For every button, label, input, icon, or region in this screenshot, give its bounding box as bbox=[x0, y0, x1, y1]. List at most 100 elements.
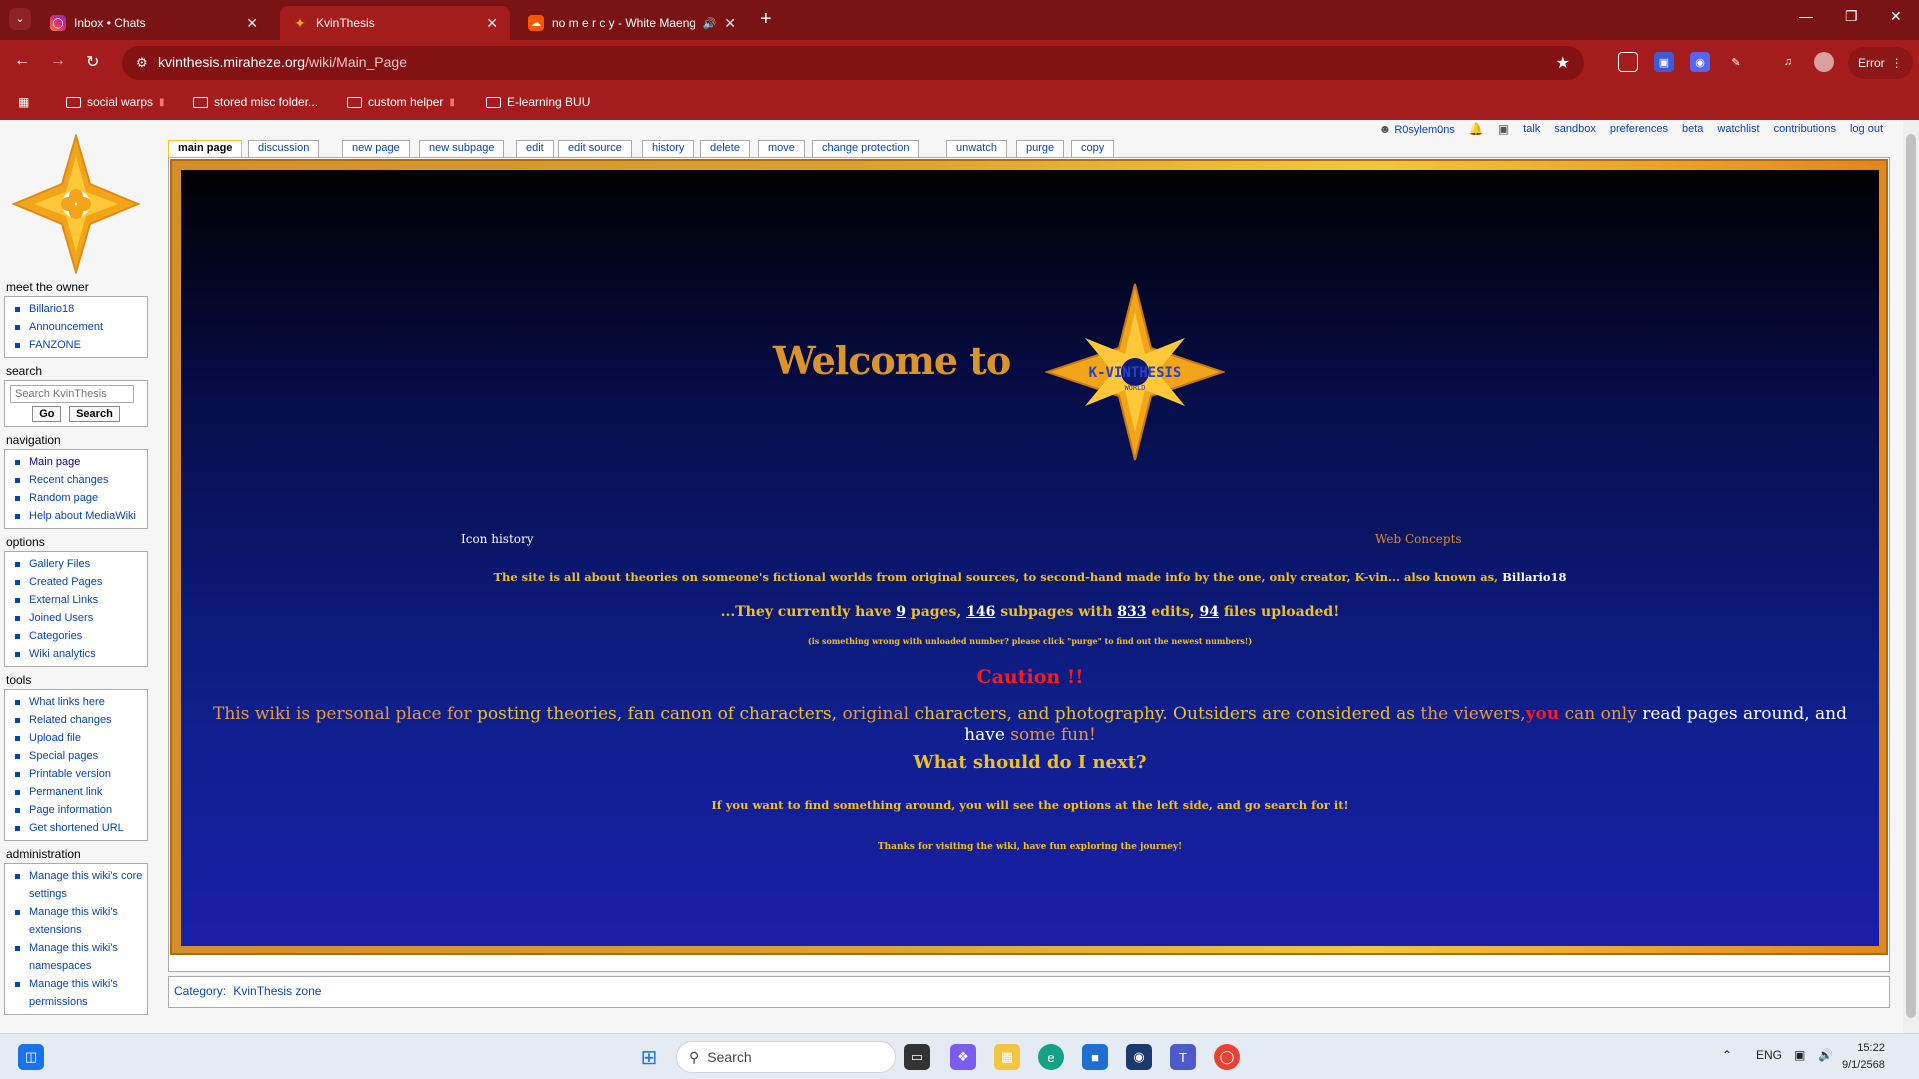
sidebar-item-random-page[interactable]: Random page bbox=[9, 489, 143, 507]
profile-avatar[interactable] bbox=[1814, 52, 1834, 72]
extensions-puzzle-icon[interactable]: ✎ bbox=[1726, 52, 1746, 72]
tab-delete[interactable]: delete bbox=[700, 140, 750, 157]
user-link[interactable]: ☻ R0sylem0ns bbox=[1379, 122, 1455, 136]
tab-soundcloud[interactable]: ☁ no m e r c y - White Maeng 🔊 ✕ bbox=[516, 6, 748, 40]
owner-link[interactable]: Billario18 bbox=[1502, 570, 1566, 584]
minimize-icon[interactable]: — bbox=[1799, 8, 1813, 24]
search-input[interactable] bbox=[10, 385, 134, 403]
tab-discussion[interactable]: discussion bbox=[248, 140, 320, 157]
sidebar-item-gallery-files[interactable]: Gallery Files bbox=[9, 555, 143, 573]
apps-grid-icon[interactable]: ▦ bbox=[18, 95, 29, 109]
chrome-icon[interactable]: ◯ bbox=[1214, 1044, 1240, 1070]
bookmark-star-icon[interactable]: ★ bbox=[1556, 53, 1570, 73]
teams-icon[interactable]: T bbox=[1170, 1044, 1196, 1070]
sidebar-item-fanzone[interactable]: FANZONE bbox=[9, 336, 143, 354]
category-label[interactable]: Category: bbox=[174, 984, 226, 998]
sidebar-item-permanent-link[interactable]: Permanent link bbox=[9, 783, 143, 801]
tab-main-page[interactable]: main page bbox=[168, 140, 243, 158]
pages-count[interactable]: 9 bbox=[896, 604, 906, 620]
sidebar-item-billario18[interactable]: Billario18 bbox=[9, 300, 143, 318]
tab-new-page[interactable]: new page bbox=[342, 140, 410, 157]
tab-kvinthesis[interactable]: ✦ KvinThesis ✕ bbox=[280, 6, 510, 40]
network-icon[interactable]: ▣ bbox=[1794, 1048, 1805, 1062]
icon-history-link[interactable]: Icon history bbox=[461, 532, 534, 546]
tab-move[interactable]: move bbox=[758, 140, 805, 157]
sidebar-item-help[interactable]: Help about MediaWiki bbox=[9, 507, 143, 525]
web-concepts-link[interactable]: Web Concepts bbox=[1375, 532, 1462, 546]
username-link[interactable]: R0sylem0ns bbox=[1394, 124, 1455, 136]
restore-icon[interactable]: ❐ bbox=[1845, 8, 1858, 25]
new-tab-button[interactable]: + bbox=[760, 8, 772, 31]
sidebar-item-categories[interactable]: Categories bbox=[9, 627, 143, 645]
task-view-icon[interactable]: ▭ bbox=[904, 1044, 930, 1070]
sidebar-item-shortened-url[interactable]: Get shortened URL bbox=[9, 819, 143, 837]
tab-change-protection[interactable]: change protection bbox=[812, 140, 920, 157]
file-explorer-icon[interactable]: ▦ bbox=[994, 1044, 1020, 1070]
scrollbar-thumb[interactable] bbox=[1906, 134, 1916, 1018]
bookmark-folder[interactable]: stored misc folder... bbox=[193, 95, 318, 109]
notifications-bell-icon[interactable]: 🔔 bbox=[1469, 122, 1484, 136]
sidebar-item-created-pages[interactable]: Created Pages bbox=[9, 573, 143, 591]
sidebar-item-announcement[interactable]: Announcement bbox=[9, 318, 143, 336]
discord-icon[interactable]: ◉ bbox=[1690, 52, 1710, 72]
personal-talk-link[interactable]: talk bbox=[1523, 123, 1540, 135]
sidebar-item-manage-extensions[interactable]: Manage this wiki's extensions bbox=[9, 903, 143, 939]
back-icon[interactable]: ← bbox=[14, 52, 30, 70]
tab-edit-source[interactable]: edit source bbox=[558, 140, 632, 157]
audio-playing-icon[interactable]: 🔊 bbox=[703, 17, 717, 30]
close-window-icon[interactable]: ✕ bbox=[1890, 8, 1902, 25]
sidebar-item-what-links-here[interactable]: What links here bbox=[9, 693, 143, 711]
screen-capture-icon[interactable] bbox=[1618, 52, 1638, 72]
reload-icon[interactable]: ↻ bbox=[86, 52, 99, 72]
system-clock[interactable]: 15:22 9/1/2568 bbox=[1842, 1040, 1885, 1074]
bookmark-folder[interactable]: custom helper ▮ bbox=[347, 95, 455, 109]
sidebar-item-special-pages[interactable]: Special pages bbox=[9, 747, 143, 765]
sidebar-item-recent-changes[interactable]: Recent changes bbox=[9, 471, 143, 489]
close-tab-icon[interactable]: ✕ bbox=[724, 15, 736, 32]
category-link[interactable]: KvinThesis zone bbox=[233, 984, 321, 998]
tab-copy[interactable]: copy bbox=[1071, 140, 1115, 157]
personal-beta-link[interactable]: beta bbox=[1682, 123, 1703, 135]
extension-icon[interactable]: ▣ bbox=[1654, 52, 1674, 72]
media-control-icon[interactable]: ♫ bbox=[1778, 52, 1798, 72]
personal-sandbox-link[interactable]: sandbox bbox=[1554, 123, 1596, 135]
tray-overflow-icon[interactable]: ⌃ bbox=[1722, 1048, 1732, 1062]
tab-unwatch[interactable]: unwatch bbox=[946, 140, 1007, 157]
profile-error-button[interactable]: Error ⋮ bbox=[1848, 47, 1913, 79]
personal-preferences-link[interactable]: preferences bbox=[1610, 123, 1668, 135]
personal-contributions-link[interactable]: contributions bbox=[1774, 123, 1836, 135]
edits-count[interactable]: 833 bbox=[1117, 604, 1146, 620]
sidebar-item-printable-version[interactable]: Printable version bbox=[9, 765, 143, 783]
volume-icon[interactable]: 🔊 bbox=[1818, 1048, 1833, 1062]
sidebar-item-upload-file[interactable]: Upload file bbox=[9, 729, 143, 747]
start-windows-icon[interactable]: ⊞ bbox=[636, 1044, 662, 1070]
edge-icon[interactable]: e bbox=[1038, 1044, 1064, 1070]
search-button[interactable]: Search bbox=[69, 406, 120, 422]
tab-history[interactable]: history bbox=[642, 140, 695, 157]
language-indicator[interactable]: ENG bbox=[1756, 1048, 1782, 1062]
bookmark-folder[interactable]: social warps ▮ bbox=[66, 95, 165, 109]
personal-watchlist-link[interactable]: watchlist bbox=[1717, 123, 1759, 135]
store-icon[interactable]: ■ bbox=[1082, 1044, 1108, 1070]
app-icon[interactable]: ◉ bbox=[1126, 1044, 1152, 1070]
wiki-logo[interactable] bbox=[6, 134, 146, 274]
sidebar-item-manage-permissions[interactable]: Manage this wiki's permissions bbox=[9, 975, 143, 1011]
tab-new-subpage[interactable]: new subpage bbox=[419, 140, 505, 157]
notices-inbox-icon[interactable]: ▣ bbox=[1498, 122, 1509, 136]
files-count[interactable]: 94 bbox=[1200, 604, 1219, 620]
subpages-count[interactable]: 146 bbox=[966, 604, 995, 620]
page-scrollbar[interactable] bbox=[1903, 120, 1919, 1033]
sidebar-item-manage-settings[interactable]: Manage this wiki's core settings bbox=[9, 867, 143, 903]
copilot-icon[interactable]: ❖ bbox=[950, 1044, 976, 1070]
tab-search-icon[interactable]: ⌄ bbox=[9, 8, 31, 30]
tab-inbox[interactable]: ◯ Inbox • Chats ✕ bbox=[38, 6, 270, 40]
sidebar-item-wiki-analytics[interactable]: Wiki analytics bbox=[9, 645, 143, 663]
personal-logout-link[interactable]: log out bbox=[1850, 123, 1883, 135]
taskbar-search[interactable]: ⚲ Search bbox=[676, 1041, 896, 1073]
sidebar-item-related-changes[interactable]: Related changes bbox=[9, 711, 143, 729]
widgets-icon[interactable]: ◫ bbox=[18, 1044, 44, 1070]
sidebar-item-main-page[interactable]: Main page bbox=[9, 453, 143, 471]
sidebar-item-page-information[interactable]: Page information bbox=[9, 801, 143, 819]
sidebar-item-joined-users[interactable]: Joined Users bbox=[9, 609, 143, 627]
go-button[interactable]: Go bbox=[32, 406, 62, 422]
